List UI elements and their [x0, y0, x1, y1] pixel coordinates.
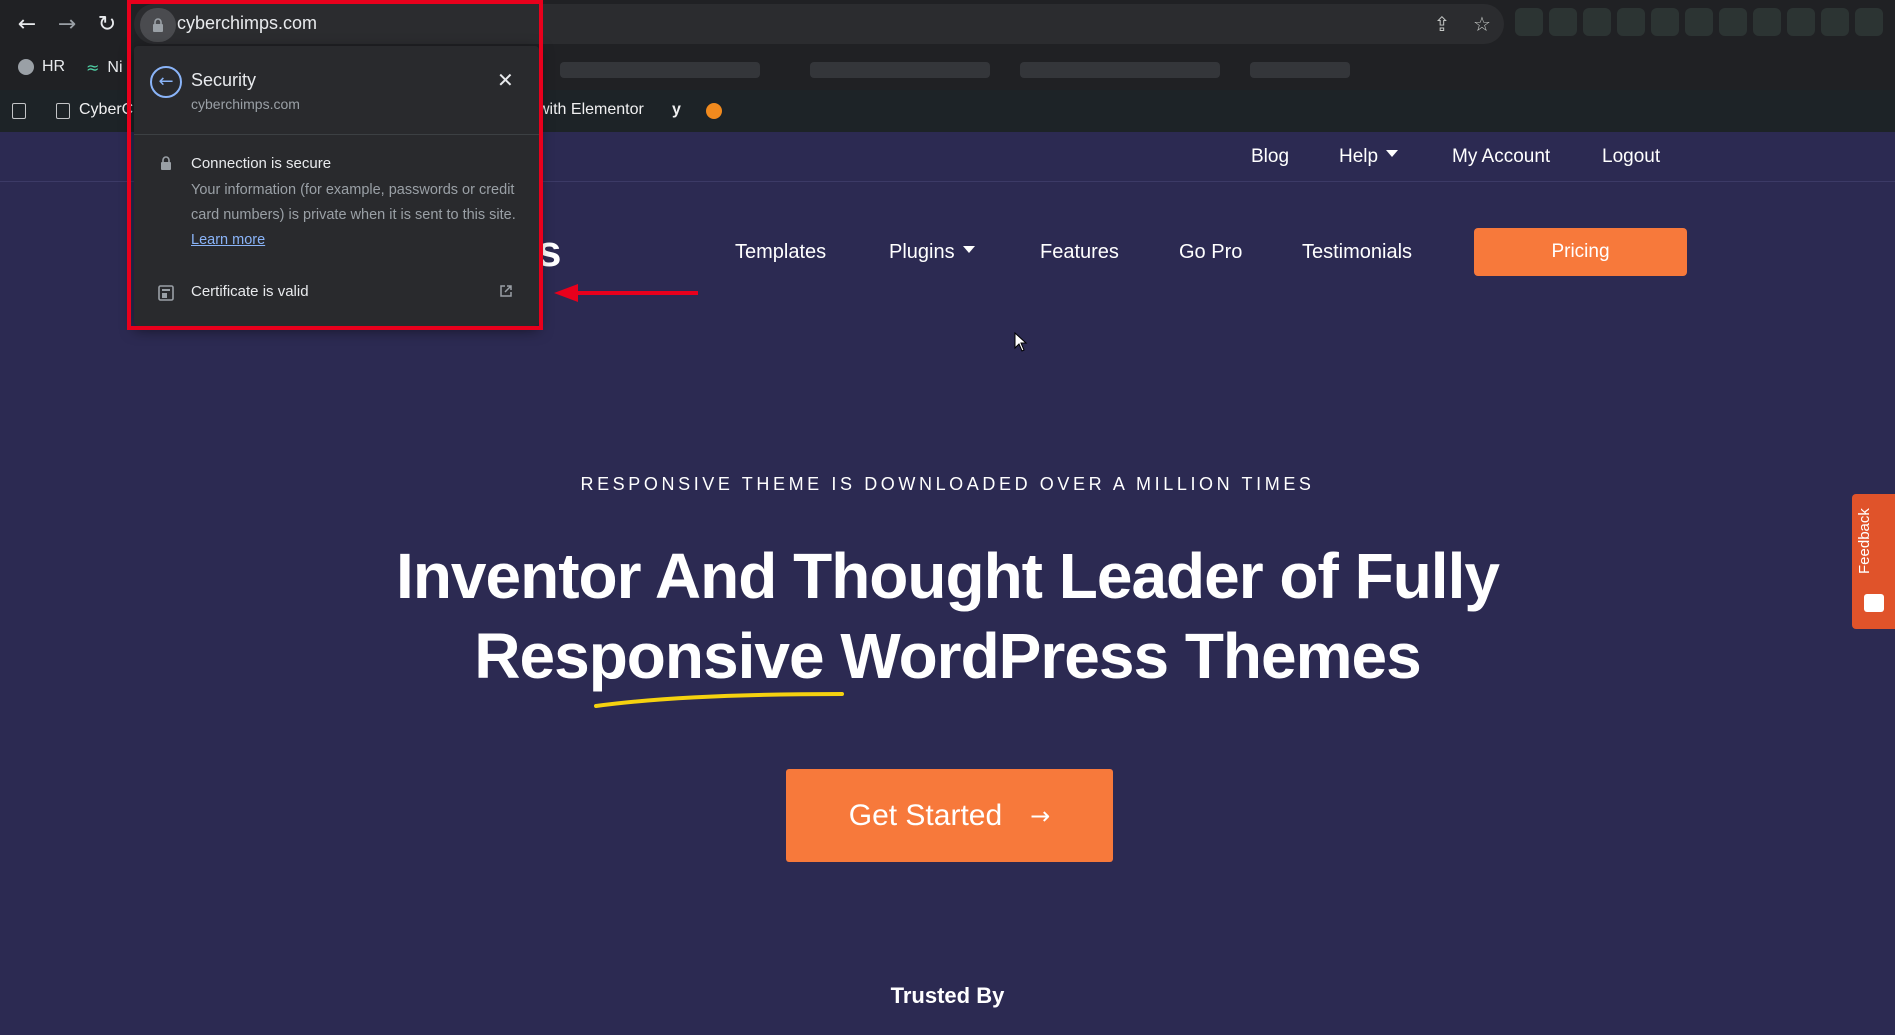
globe-icon — [18, 59, 34, 75]
nav-blog[interactable]: Blog — [1251, 146, 1289, 168]
highlight-box — [127, 0, 543, 330]
trusted-by-heading: Trusted By — [890, 983, 1005, 1008]
annotation-arrow — [554, 284, 698, 302]
pricing-button[interactable]: Pricing — [1474, 228, 1687, 276]
reload-icon[interactable]: ↻ — [92, 10, 122, 40]
headline-line-1: Inventor And Thought Leader of Fully — [396, 540, 1500, 612]
bookmark-ni[interactable]: ≈ Ni — [86, 58, 123, 77]
star-icon[interactable]: ☆ — [1470, 12, 1494, 36]
admin-bar-edit-elementor[interactable]: with Elementor — [538, 101, 644, 119]
arrow-right-icon: → — [1030, 801, 1051, 830]
nav-help[interactable]: Help — [1339, 146, 1399, 168]
get-started-button[interactable]: Get Started → — [786, 769, 1113, 862]
nav-templates[interactable]: Templates — [735, 241, 826, 264]
mouse-cursor-icon — [1014, 332, 1028, 352]
share-icon[interactable]: ⇪ — [1430, 12, 1454, 36]
checkbox-icon[interactable] — [12, 103, 26, 119]
bookmark-hr[interactable]: HR — [18, 58, 65, 76]
headline-line-2: Responsive WordPress Themes — [474, 620, 1421, 692]
nav-testimonials[interactable]: Testimonials — [1302, 241, 1412, 264]
wave-icon: ≈ — [86, 58, 100, 77]
nav-plugins[interactable]: Plugins — [889, 241, 975, 264]
feedback-tab[interactable]: Feedback — [1852, 494, 1895, 629]
page-icon — [56, 103, 70, 119]
bookmark-blurred[interactable] — [1250, 62, 1350, 78]
yoast-icon[interactable]: y — [672, 101, 681, 119]
nav-go-pro[interactable]: Go Pro — [1179, 241, 1242, 264]
bookmark-blurred[interactable] — [560, 62, 760, 78]
hero-headline: Inventor And Thought Leader of Fully Res… — [0, 536, 1895, 696]
bookmark-blurred[interactable] — [1020, 62, 1220, 78]
hero-tagline: RESPONSIVE THEME IS DOWNLOADED OVER A MI… — [580, 474, 1315, 494]
feedback-label: Feedback — [1856, 508, 1873, 574]
nav-features[interactable]: Features — [1040, 241, 1119, 264]
underline-swoosh — [594, 692, 844, 708]
extensions-area — [1515, 8, 1895, 42]
seo-status-dot — [706, 103, 722, 119]
nav-logout[interactable]: Logout — [1602, 146, 1660, 168]
smile-icon — [1864, 594, 1884, 612]
arrow-left-icon[interactable]: ← — [12, 10, 42, 40]
arrow-right-icon[interactable]: → — [52, 10, 82, 40]
caret-down-icon — [1386, 150, 1399, 158]
bookmark-blurred[interactable] — [810, 62, 990, 78]
nav-my-account[interactable]: My Account — [1452, 146, 1550, 168]
caret-down-icon — [962, 246, 975, 254]
